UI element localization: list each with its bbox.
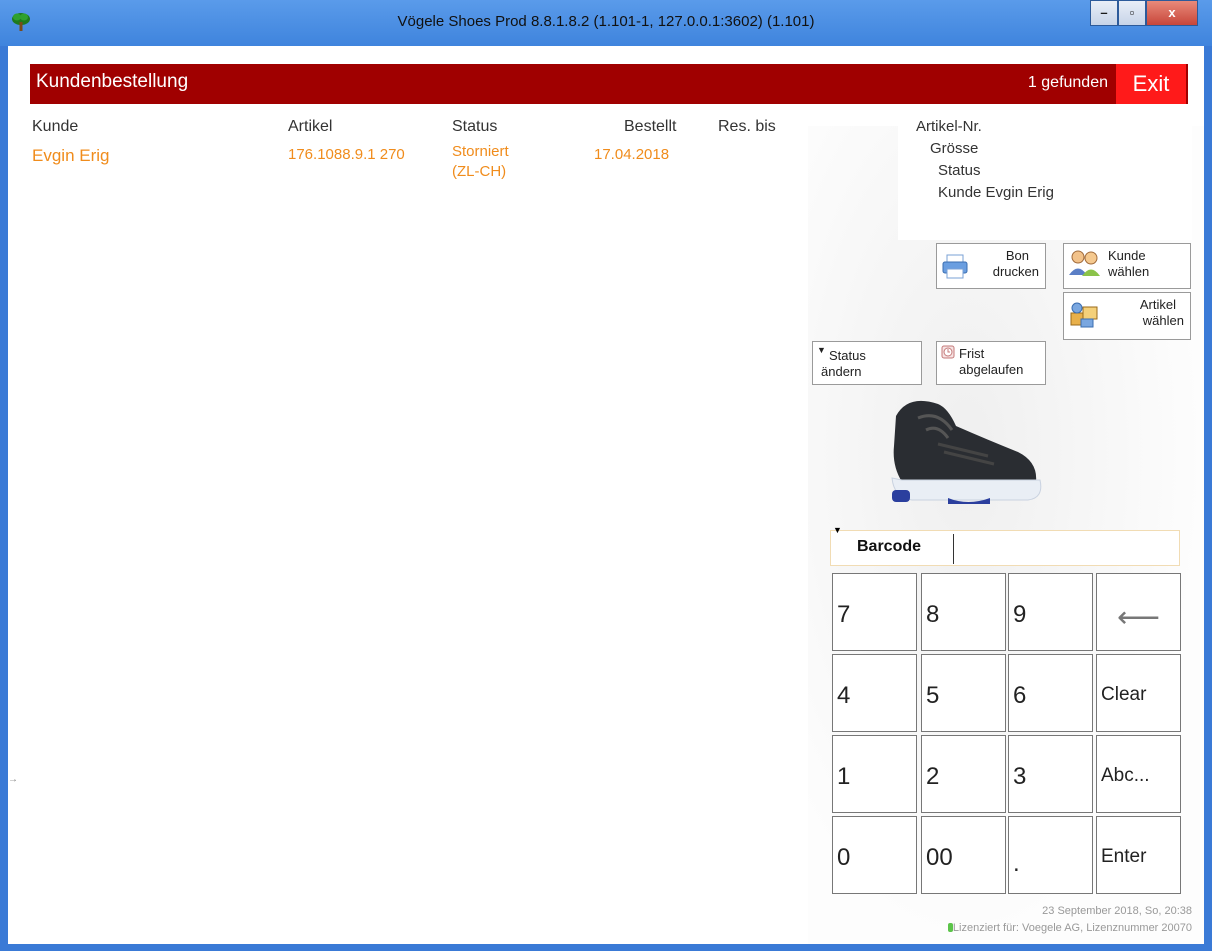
column-header-bestellt[interactable]: Bestellt bbox=[624, 118, 676, 136]
key-6[interactable]: 6 bbox=[1008, 654, 1093, 732]
cell-kunde[interactable]: Evgin Erig bbox=[32, 146, 109, 166]
articles-icon bbox=[1070, 302, 1098, 328]
key-1[interactable]: 1 bbox=[832, 735, 917, 813]
minimize-button[interactable]: – bbox=[1090, 0, 1118, 26]
artikel-line1: Artikel bbox=[1139, 297, 1176, 312]
key-9[interactable]: 9 bbox=[1008, 573, 1093, 651]
detail-status: Status bbox=[938, 162, 981, 179]
kunde-line2: wählen bbox=[1108, 264, 1150, 279]
printer-icon bbox=[942, 254, 968, 279]
table-row[interactable] bbox=[30, 142, 808, 188]
key-dot[interactable]: . bbox=[1008, 816, 1093, 894]
close-window-button[interactable]: x bbox=[1146, 0, 1198, 26]
key-5[interactable]: 5 bbox=[921, 654, 1006, 732]
column-header-artikel[interactable]: Artikel bbox=[288, 118, 332, 136]
dropdown-triangle-icon: ▼ bbox=[833, 525, 842, 535]
key-3[interactable]: 3 bbox=[1008, 735, 1093, 813]
column-header-res-bis[interactable]: Res. bis bbox=[718, 118, 776, 136]
bon-drucken-button[interactable]: Bon drucken bbox=[936, 243, 1046, 289]
customers-icon bbox=[1069, 250, 1100, 276]
bon-line1: Bon bbox=[1005, 248, 1029, 263]
license-text: Lizenziert für: Voegele AG, Lizenznummer… bbox=[952, 922, 1192, 934]
datetime-label: 23 September 2018, So, 20:38 bbox=[1042, 905, 1192, 917]
frist-line2: abgelaufen bbox=[959, 362, 1024, 377]
main-window: Kundenbestellung 1 gefunden Exit Kunde A… bbox=[8, 46, 1204, 944]
window-titlebar: Vögele Shoes Prod 8.8.1.8.2 (1.101-1, 12… bbox=[0, 0, 1212, 46]
key-00[interactable]: 00 bbox=[921, 816, 1006, 894]
enter-key[interactable]: Enter bbox=[1096, 816, 1181, 894]
exit-button[interactable]: Exit bbox=[1116, 64, 1186, 104]
status-line2: ändern bbox=[821, 364, 862, 379]
backspace-arrow-icon: ⟵ bbox=[1116, 600, 1160, 634]
key-7[interactable]: 7 bbox=[832, 573, 917, 651]
kunde-line1: Kunde bbox=[1108, 248, 1146, 263]
splitter-arrow-icon[interactable]: → bbox=[8, 774, 18, 785]
article-detail-panel: Artikel-Nr. Grösse Status Kunde Evgin Er… bbox=[898, 110, 1192, 240]
detail-kunde: Kunde Evgin Erig bbox=[938, 184, 1054, 201]
clock-icon bbox=[941, 345, 955, 359]
barcode-input[interactable] bbox=[953, 534, 1178, 564]
artikel-waehlen-button[interactable]: Artikel wählen bbox=[1063, 292, 1191, 340]
page-header: Kundenbestellung 1 gefunden Exit bbox=[30, 64, 1188, 104]
cell-status-line2: (ZL-CH) bbox=[452, 163, 507, 180]
detail-groesse: Grösse bbox=[930, 140, 979, 157]
abc-key[interactable]: Abc... bbox=[1096, 735, 1181, 813]
kunde-waehlen-button[interactable]: Kunde wählen bbox=[1063, 243, 1191, 289]
key-0[interactable]: 0 bbox=[832, 816, 917, 894]
frist-line1: Frist bbox=[959, 346, 985, 361]
order-table: Kunde Artikel Status Bestellt Res. bis E… bbox=[30, 104, 808, 900]
bon-line2: drucken bbox=[992, 264, 1039, 279]
window-title: Vögele Shoes Prod 8.8.1.8.2 (1.101-1, 12… bbox=[397, 13, 815, 30]
key-8[interactable]: 8 bbox=[921, 573, 1006, 651]
license-label: Lizenziert für: Voegele AG, Lizenznummer… bbox=[947, 922, 1192, 934]
frist-abgelaufen-button[interactable]: Frist abgelaufen bbox=[936, 341, 1046, 385]
barcode-label: Barcode bbox=[857, 538, 922, 555]
barcode-row: ▼ Barcode bbox=[830, 525, 1180, 566]
column-header-status[interactable]: Status bbox=[452, 118, 497, 136]
maximize-button[interactable]: ▫ bbox=[1118, 0, 1146, 26]
cell-bestellt[interactable]: 17.04.2018 bbox=[594, 146, 669, 163]
key-2[interactable]: 2 bbox=[921, 735, 1006, 813]
article-image bbox=[891, 400, 1042, 504]
cell-status[interactable]: Storniert (ZL-CH) bbox=[452, 142, 509, 182]
detail-artikel-nr: Artikel-Nr. bbox=[916, 118, 982, 135]
key-4[interactable]: 4 bbox=[832, 654, 917, 732]
backspace-key[interactable]: ⟵ bbox=[1096, 573, 1181, 651]
column-header-kunde[interactable]: Kunde bbox=[32, 118, 78, 136]
cell-artikel[interactable]: 176.1088.9.1 270 bbox=[288, 146, 405, 163]
result-count: 1 gefunden bbox=[1027, 74, 1108, 91]
artikel-line2: wählen bbox=[1142, 313, 1184, 328]
cell-status-line1: Storniert bbox=[452, 143, 509, 160]
clear-key[interactable]: Clear bbox=[1096, 654, 1181, 732]
status-line1: Status bbox=[829, 348, 866, 363]
page-title: Kundenbestellung bbox=[36, 71, 189, 92]
status-aendern-button[interactable]: ▼ Status ändern bbox=[812, 341, 922, 385]
